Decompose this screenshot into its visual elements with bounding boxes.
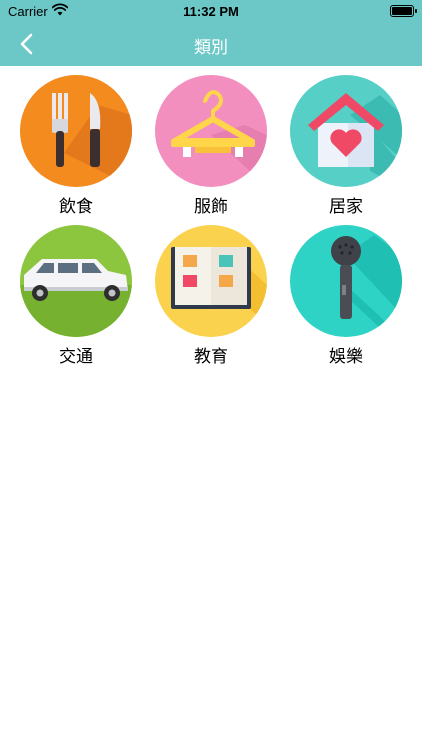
category-label: 服飾 [194,197,228,217]
hanger-icon [155,75,267,187]
navigation-bar: 類別 [0,22,422,66]
category-education[interactable]: 教育 [146,216,276,367]
category-entertainment[interactable]: 娛樂 [281,216,411,367]
house-heart-icon [290,75,402,187]
fork-knife-icon [20,75,132,187]
status-time: 11:32 PM [183,4,239,19]
category-label: 交通 [59,347,93,367]
category-label: 教育 [194,347,228,367]
car-icon [20,225,132,337]
category-label: 居家 [329,197,363,217]
page-title: 類別 [194,38,228,58]
category-clothing[interactable]: 服飾 [146,66,276,217]
microphone-icon [290,225,402,337]
category-transport[interactable]: 交通 [11,216,141,367]
category-home[interactable]: 居家 [281,66,411,217]
category-food[interactable]: 飲食 [11,66,141,217]
battery-icon [390,5,417,17]
category-label: 娛樂 [329,347,363,367]
book-icon [155,225,267,337]
category-label: 飲食 [59,197,93,217]
status-bar: Carrier 11:32 PM [0,0,422,22]
